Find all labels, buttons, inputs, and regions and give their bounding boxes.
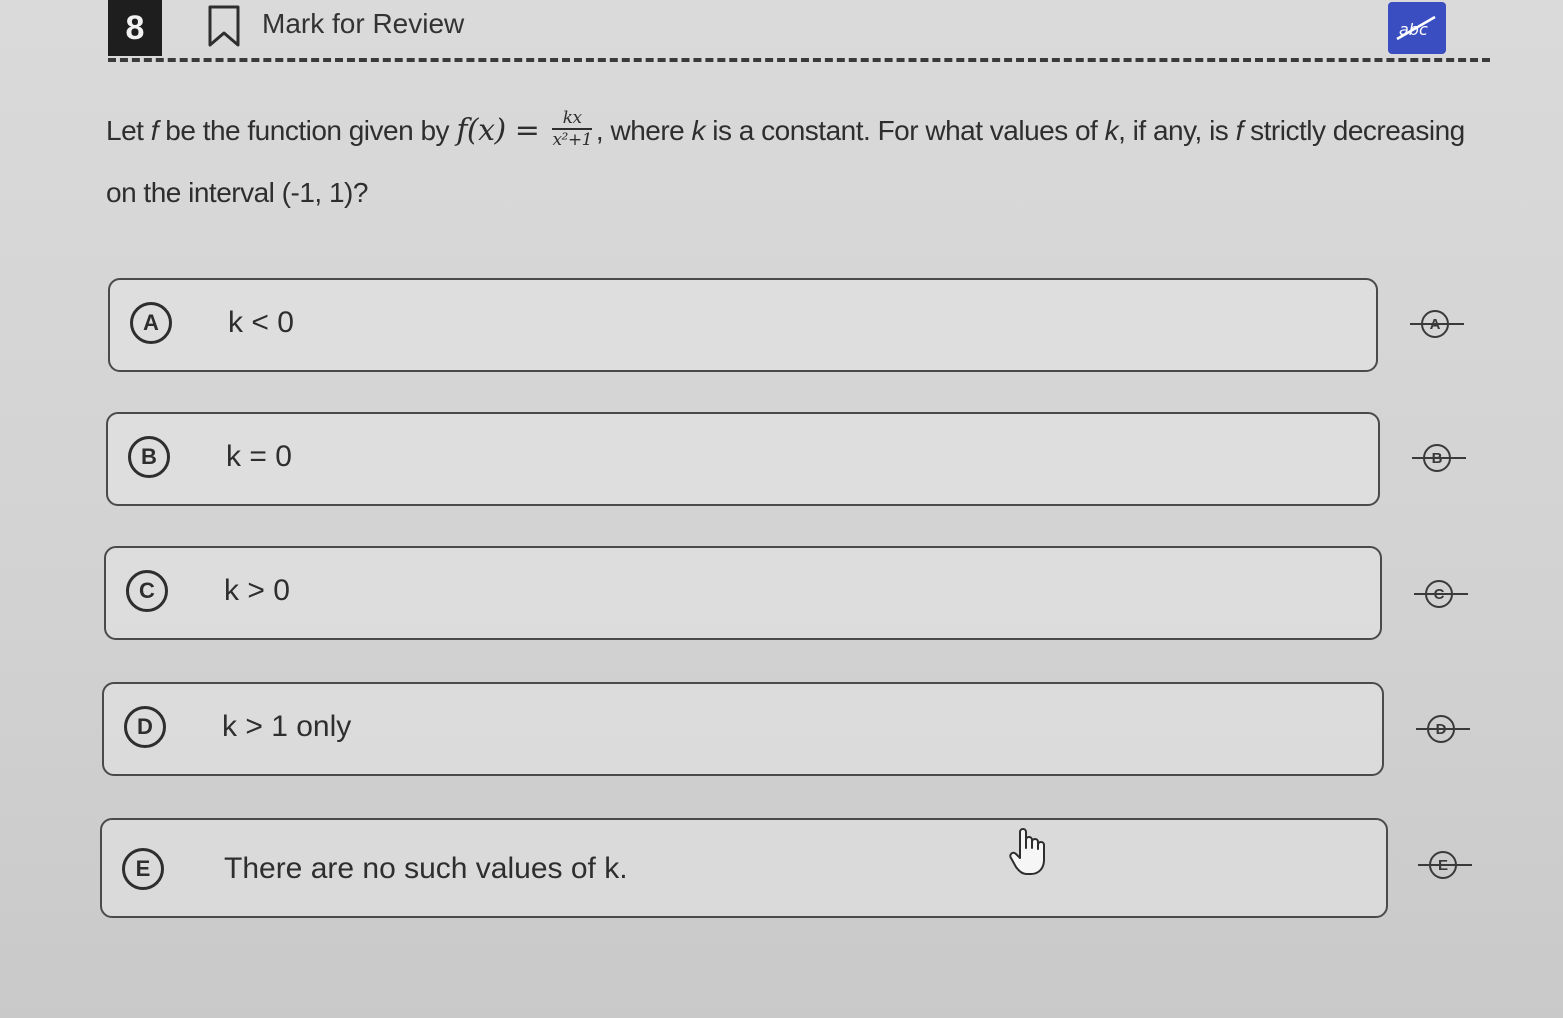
question-variable: f	[150, 115, 159, 146]
option-text: There are no such values of k.	[224, 852, 628, 885]
header-divider	[108, 58, 1490, 62]
strikethrough-line	[1410, 323, 1464, 325]
hand-pointer-cursor-icon	[1009, 828, 1045, 875]
question-text-segment: be the function given by	[157, 115, 457, 146]
strikethrough-option-c-button[interactable]: C	[1414, 576, 1468, 616]
question-text-segment: Let	[106, 115, 151, 146]
question-number: 8	[108, 0, 162, 56]
formula-fraction: kx x²+1	[552, 108, 592, 150]
option-letter-badge: C	[126, 570, 168, 612]
option-letter-badge: D	[124, 706, 166, 748]
strikethrough-option-d-button[interactable]: D	[1416, 711, 1470, 751]
option-letter-badge: B	[128, 436, 170, 478]
strikethrough-line	[1416, 728, 1470, 730]
question-variable: k	[1104, 115, 1119, 146]
formula-numerator: kx	[552, 108, 592, 130]
option-text: k < 0	[228, 306, 294, 339]
abc-strikethrough-button[interactable]: abc	[1388, 2, 1446, 54]
strikethrough-line	[1414, 593, 1468, 595]
question-text-segment: , if any, is	[1118, 115, 1236, 146]
answer-option-d[interactable]: D k > 1 only	[102, 682, 1384, 776]
strikethrough-option-b-button[interactable]: B	[1412, 440, 1466, 480]
answer-option-b[interactable]: B k = 0	[106, 412, 1380, 506]
strikethrough-line	[1418, 864, 1472, 866]
question-text-segment: is a constant. For what values of	[705, 115, 1105, 146]
question-variable: k	[691, 115, 706, 146]
mark-for-review-button[interactable]: Mark for Review	[262, 8, 464, 40]
formula-lhs: f(x) =	[456, 113, 549, 148]
abc-strikethrough-icon: abc	[1396, 15, 1436, 41]
answer-option-a[interactable]: A k < 0	[108, 278, 1378, 372]
option-text: k = 0	[226, 440, 292, 473]
bookmark-icon[interactable]	[206, 4, 242, 48]
strikethrough-option-e-button[interactable]: E	[1418, 847, 1472, 887]
question-text-segment: , where	[595, 115, 692, 146]
strikethrough-option-a-button[interactable]: A	[1410, 306, 1464, 346]
answer-option-c[interactable]: C k > 0	[104, 546, 1382, 640]
question-text: Let f be the function given by f(x) = kx…	[106, 100, 1486, 224]
strikethrough-line	[1412, 457, 1466, 459]
answer-option-e[interactable]: E There are no such values of k.	[100, 818, 1388, 918]
option-text: k > 1 only	[222, 710, 352, 743]
option-letter-badge: A	[130, 302, 172, 344]
question-variable: f	[1235, 115, 1244, 146]
formula-denominator: x²+1	[552, 129, 592, 150]
question-header: 8 Mark for Review abc	[0, 0, 1563, 62]
option-letter-badge: E	[122, 848, 164, 890]
option-text: k > 0	[224, 574, 290, 607]
